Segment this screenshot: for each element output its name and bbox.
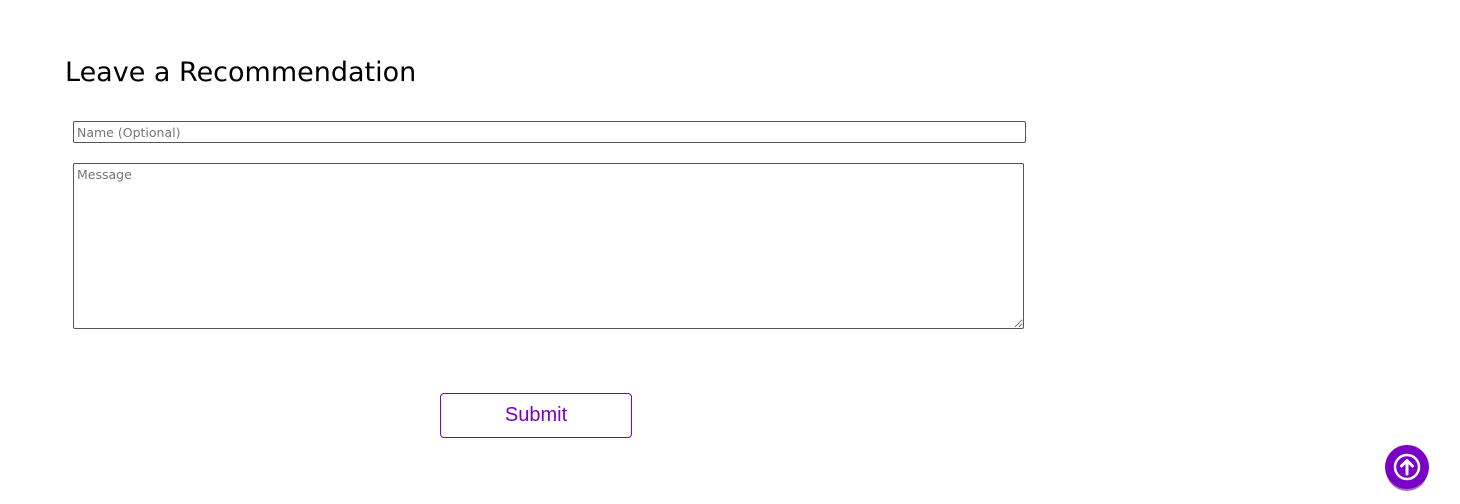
submit-button[interactable]: Submit xyxy=(440,393,632,438)
scroll-to-top-button[interactable] xyxy=(1385,445,1429,489)
page-title: Leave a Recommendation xyxy=(65,57,417,88)
message-textarea[interactable] xyxy=(73,163,1024,329)
recommendation-page: Leave a Recommendation Submit xyxy=(0,0,1460,504)
arrow-up-icon xyxy=(1392,452,1422,482)
name-input[interactable] xyxy=(73,121,1026,143)
